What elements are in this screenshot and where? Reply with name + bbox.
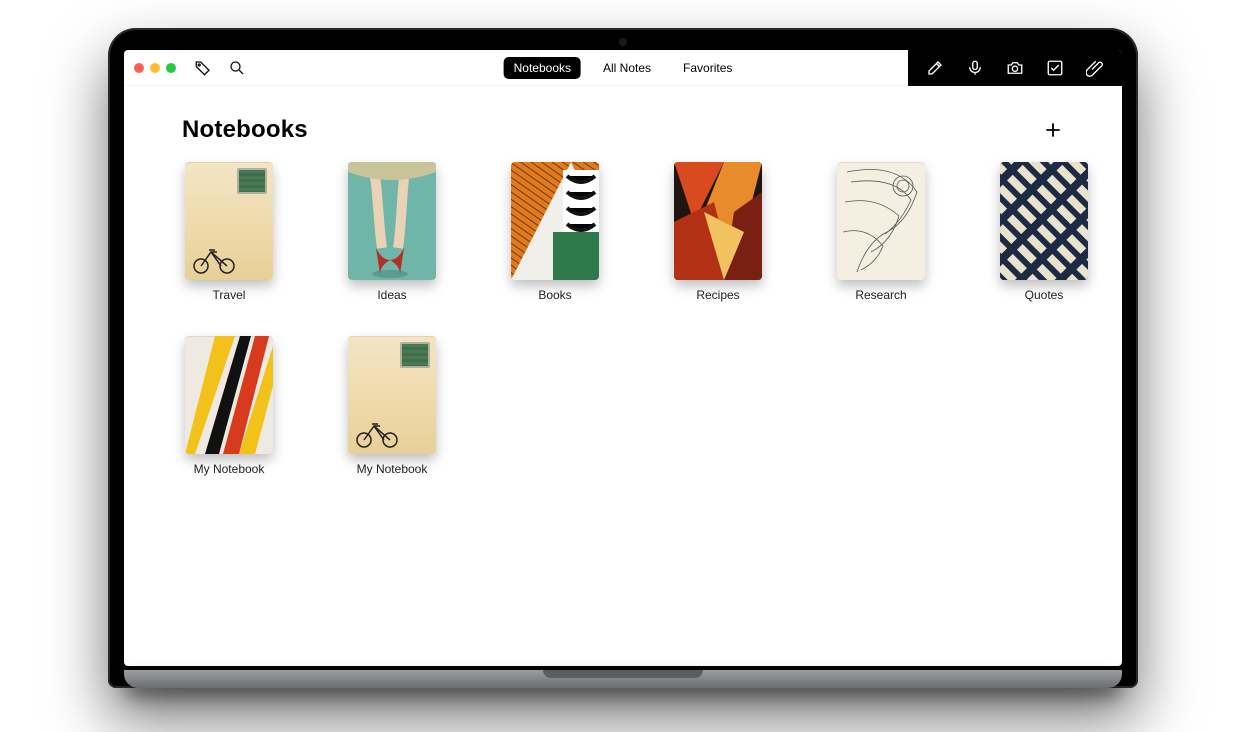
laptop-base [124, 670, 1122, 688]
notebook-label: Ideas [377, 288, 406, 302]
notebook-item[interactable]: Books [508, 162, 602, 302]
notebook-cover [348, 162, 436, 280]
zoom-window-dot[interactable] [166, 63, 176, 73]
notebook-label: Research [855, 288, 906, 302]
camera-icon[interactable] [1006, 59, 1024, 77]
notebook-label: My Notebook [357, 462, 428, 476]
notebook-item[interactable]: My Notebook [182, 336, 276, 476]
laptop-frame: Notebooks All Notes Favorites [108, 28, 1138, 688]
notebooks-grid: Travel Ideas Books [182, 162, 1064, 476]
view-tabs: Notebooks All Notes Favorites [504, 57, 743, 79]
paperclip-icon[interactable] [1086, 59, 1104, 77]
notebook-cover [837, 162, 925, 280]
notebook-label: Recipes [696, 288, 739, 302]
checklist-icon[interactable] [1046, 59, 1064, 77]
quick-actions-toolbar [908, 50, 1122, 86]
tag-icon[interactable] [194, 59, 212, 77]
tab-favorites[interactable]: Favorites [673, 57, 742, 79]
notebook-item[interactable]: Research [834, 162, 928, 302]
search-icon[interactable] [228, 59, 246, 77]
tab-notebooks[interactable]: Notebooks [504, 57, 581, 79]
notebook-cover [185, 336, 273, 454]
mic-icon[interactable] [966, 59, 984, 77]
notebook-label: Quotes [1025, 288, 1064, 302]
notebook-item[interactable]: Travel [182, 162, 276, 302]
notebook-cover [674, 162, 762, 280]
window-traffic-lights [134, 63, 176, 73]
notebook-item[interactable]: Ideas [345, 162, 439, 302]
notebook-label: My Notebook [194, 462, 265, 476]
compose-icon[interactable] [926, 59, 944, 77]
notebook-cover [185, 162, 273, 280]
notebook-label: Books [538, 288, 571, 302]
notebook-cover [1000, 162, 1088, 280]
notebook-item[interactable]: My Notebook [345, 336, 439, 476]
notebook-item[interactable]: Quotes [997, 162, 1091, 302]
notebook-cover [348, 336, 436, 454]
minimize-window-dot[interactable] [150, 63, 160, 73]
tab-all-notes[interactable]: All Notes [593, 57, 661, 79]
add-notebook-button[interactable] [1042, 119, 1064, 141]
content-area: Notebooks Travel Ideas [124, 86, 1122, 496]
page-title: Notebooks [182, 116, 308, 144]
notebook-label: Travel [213, 288, 246, 302]
notebook-cover [511, 162, 599, 280]
app-window: Notebooks All Notes Favorites [124, 50, 1122, 666]
top-bar: Notebooks All Notes Favorites [124, 50, 1122, 86]
notebook-item[interactable]: Recipes [671, 162, 765, 302]
close-window-dot[interactable] [134, 63, 144, 73]
